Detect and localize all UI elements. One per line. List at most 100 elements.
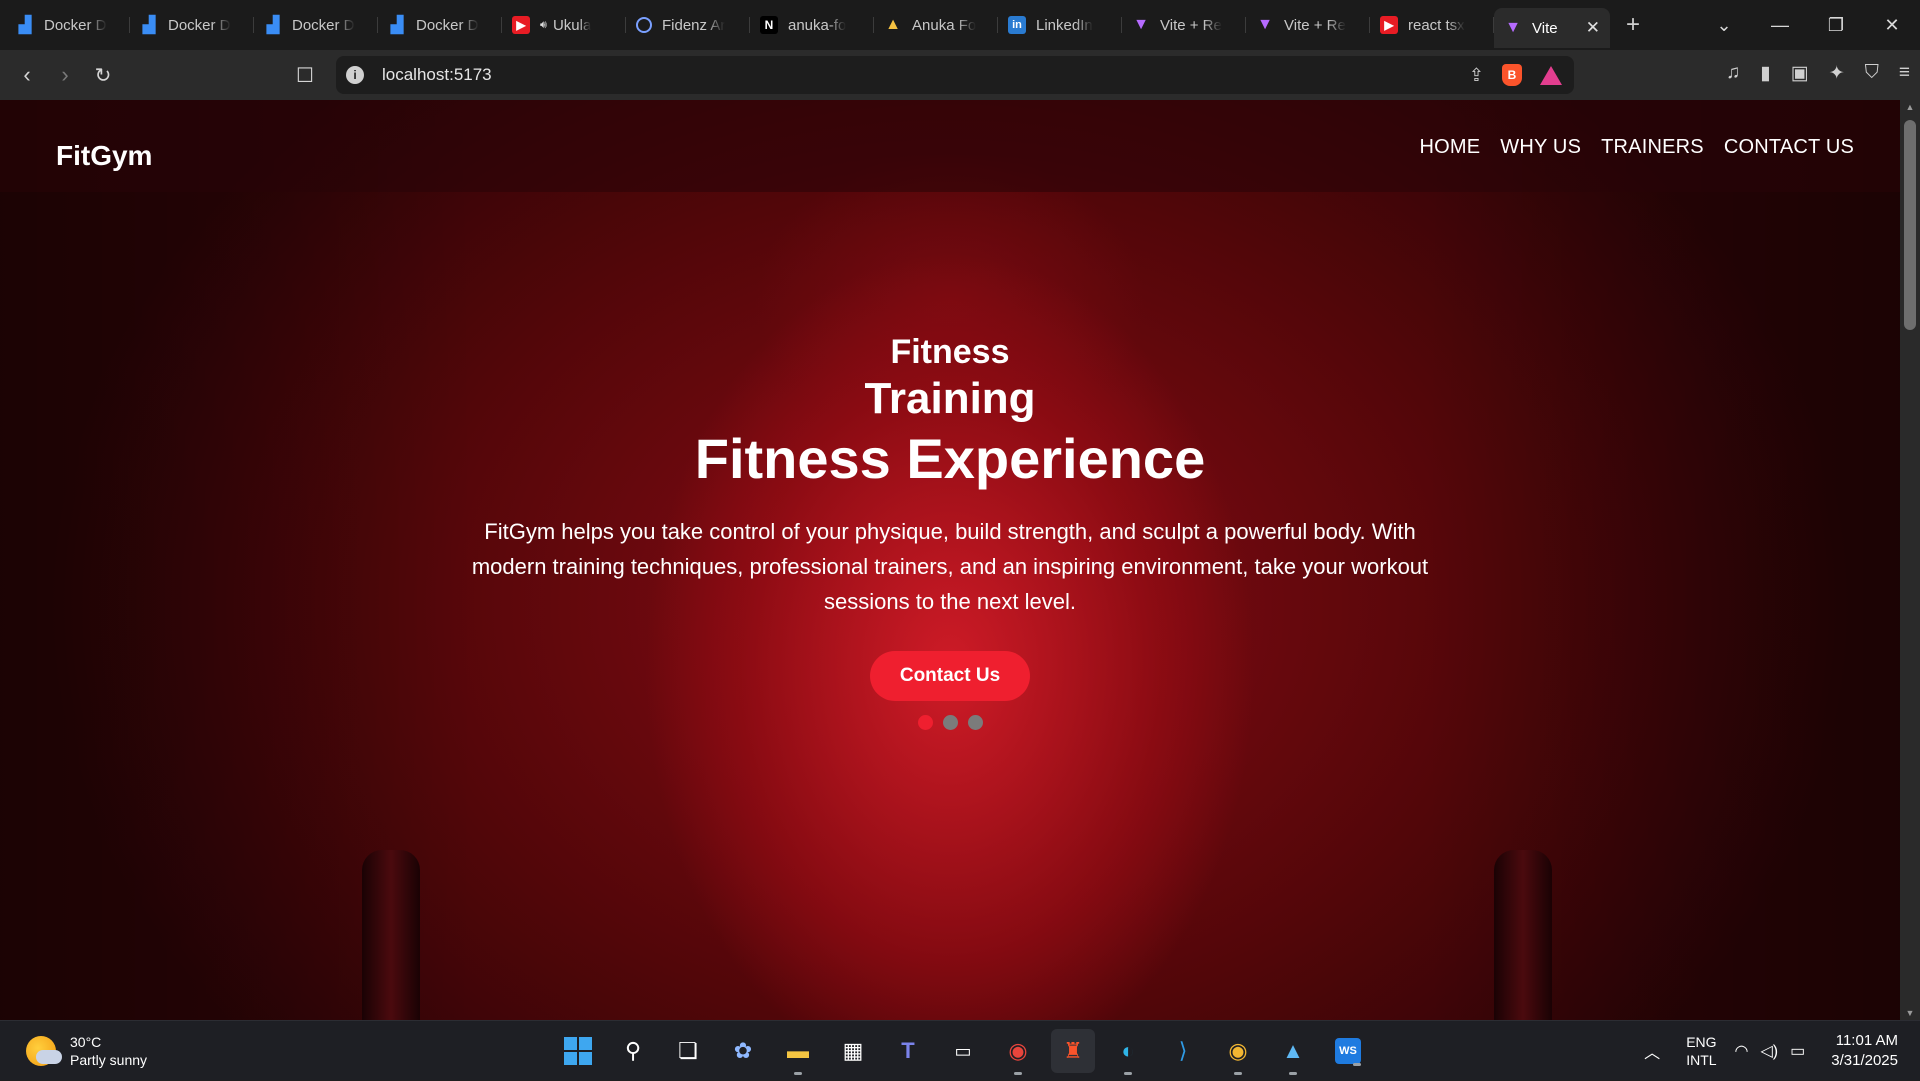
chrome-profile-icon[interactable]: ◉ <box>1216 1029 1260 1075</box>
docker-icon: ▟ <box>390 17 404 34</box>
sidebar-icon[interactable]: ▮ <box>1760 62 1770 85</box>
back-button[interactable]: ‹ <box>8 62 46 88</box>
browser-tab-title: Docker D <box>416 16 479 34</box>
share-icon[interactable]: ⇪ <box>1469 65 1484 86</box>
media-control-icon[interactable]: ♫ <box>1726 62 1740 85</box>
brave-browser-icon[interactable]: ♜ <box>1051 1029 1095 1073</box>
browser-tab[interactable]: Nanuka-fo <box>750 7 874 43</box>
barbell-plate-left <box>362 850 420 1020</box>
site-logo[interactable]: FitGym <box>56 140 152 172</box>
browser-tab[interactable]: ▟ Docker D <box>130 7 254 43</box>
tab-search-chevron-icon[interactable]: ⌄ <box>1696 15 1752 36</box>
browser-toolbar: ‹ › ↻ ☐ i localhost:5173 ⇪ B ♫ ▮ ▣ ✦ ⛉ ≡ <box>0 50 1920 100</box>
browser-tab[interactable]: ▼ Vite + Re <box>1122 7 1246 43</box>
browser-tab-title: Vite + Re <box>1160 16 1222 34</box>
hero-line-2: Training <box>864 374 1036 423</box>
file-explorer-icon[interactable]: ▬ <box>776 1029 820 1075</box>
browser-tab-title: Anuka Fo <box>912 16 977 34</box>
brave-shields-icon[interactable]: B <box>1502 64 1522 86</box>
vscode-icon[interactable]: ⟩ <box>1161 1029 1205 1073</box>
nav-home[interactable]: HOME <box>1419 136 1480 159</box>
audio-playing-icon[interactable]: 🔊︎ <box>540 19 547 32</box>
contact-us-button[interactable]: Contact Us <box>869 651 1031 701</box>
minimize-button[interactable]: — <box>1752 15 1808 36</box>
forward-button[interactable]: › <box>46 62 84 88</box>
scroll-down-arrow-icon[interactable]: ▼ <box>1900 1008 1920 1018</box>
browser-tab[interactable]: in LinkedIn <box>998 7 1122 43</box>
vpn-shield-icon[interactable]: ⛉ <box>1865 62 1879 85</box>
browser-tab[interactable]: ▶ 🔊︎ Ukula <box>502 7 626 43</box>
nextjs-icon: N <box>760 16 778 34</box>
tray-icons[interactable]: ◠ ◁) ▭ <box>1735 1041 1806 1061</box>
docker-icon: ▟ <box>266 17 280 34</box>
close-window-button[interactable]: ✕ <box>1864 15 1920 36</box>
browser-tab-active[interactable]: ▼ Vite ✕ <box>1494 8 1610 48</box>
terminal-icon[interactable]: ▭ <box>941 1029 985 1073</box>
browser-tab-title: Vite + Re <box>1284 16 1346 34</box>
browser-tab-title: Docker D <box>292 16 355 34</box>
active-tab-title: Vite <box>1532 19 1558 37</box>
site-navbar: FitGym HOME WHY US TRAINERS CONTACT US <box>0 100 1900 192</box>
browser-tab[interactable]: ▼ Vite + Re <box>1246 7 1370 43</box>
copilot-icon[interactable]: ✿ <box>721 1029 765 1073</box>
start-button[interactable] <box>556 1029 600 1073</box>
url-text[interactable]: localhost:5173 <box>382 65 492 85</box>
search-icon[interactable]: ⚲ <box>611 1029 655 1073</box>
weather-widget[interactable]: 30°C Partly sunny <box>26 1033 147 1069</box>
browser-tab[interactable]: ▶ react tsx <box>1370 7 1494 43</box>
input-language[interactable]: ENG INTL <box>1686 1033 1716 1069</box>
nav-contact-us[interactable]: CONTACT US <box>1724 136 1854 159</box>
scroll-up-arrow-icon[interactable]: ▲ <box>1900 102 1920 112</box>
browser-tab[interactable]: ▟ Docker D <box>6 7 130 43</box>
page-scrollbar[interactable]: ▲ ▼ <box>1900 100 1920 1020</box>
wallet-icon[interactable]: ▣ <box>1791 62 1809 85</box>
hero-section: Fitness Training Fitness Experience FitG… <box>0 330 1900 730</box>
new-tab-button[interactable]: + <box>1626 11 1640 39</box>
slider-dot-3[interactable] <box>967 715 983 730</box>
browser-tab[interactable]: ▲ Anuka Fo <box>874 7 998 43</box>
clock-date: 3/31/2025 <box>1831 1052 1898 1069</box>
task-view-icon[interactable]: ❏ <box>666 1029 710 1073</box>
edge-icon[interactable]: ◐ <box>1106 1029 1150 1075</box>
site-menu: HOME WHY US TRAINERS CONTACT US <box>1419 136 1854 159</box>
browser-tab-title: Fidenz Ar <box>662 16 726 34</box>
slider-dot-1[interactable] <box>917 715 933 730</box>
docker-icon: ▟ <box>18 17 32 34</box>
volume-icon[interactable]: ◁) <box>1761 1041 1779 1061</box>
browser-tab-title: react tsx <box>1408 16 1465 34</box>
browser-tab-strip: ▟ Docker D ▟ Docker D ▟ Docker D ▟ Docker D ▶ 🔊︎ U… <box>0 0 1920 50</box>
chrome-icon[interactable]: ◉ <box>996 1029 1040 1075</box>
tab-list: ▟ Docker D ▟ Docker D ▟ Docker D ▟ Docker D ▶ 🔊︎ U… <box>0 0 1610 50</box>
page-viewport: FitGym HOME WHY US TRAINERS CONTACT US F… <box>0 100 1900 1020</box>
browser-tab[interactable]: ▟ Docker D <box>378 7 502 43</box>
vite-icon: ▼ <box>1257 16 1273 33</box>
browser-tab[interactable]: ▟ Docker D <box>254 7 378 43</box>
address-bar[interactable]: i localhost:5173 ⇪ B <box>336 56 1574 94</box>
bookmark-icon[interactable]: ☐ <box>296 63 314 88</box>
hero-line-1: Fitness <box>890 333 1010 371</box>
fidenz-icon <box>636 17 652 33</box>
battery-icon[interactable]: ▭ <box>1790 1041 1805 1061</box>
webstorm-icon[interactable]: WS <box>1335 1038 1361 1066</box>
browser-tab[interactable]: Fidenz Ar <box>626 7 750 43</box>
slider-dot-2[interactable] <box>942 715 958 730</box>
reload-button[interactable]: ↻ <box>84 63 122 88</box>
nav-trainers[interactable]: TRAINERS <box>1601 136 1704 159</box>
menu-icon[interactable]: ≡ <box>1899 62 1910 85</box>
weather-condition: Partly sunny <box>70 1052 148 1068</box>
microsoft-store-icon[interactable]: ▦ <box>831 1029 875 1073</box>
teams-icon[interactable]: T <box>886 1029 930 1073</box>
brave-rewards-icon[interactable] <box>1540 65 1562 85</box>
scrollbar-thumb[interactable] <box>1904 120 1916 330</box>
language-code: ENG <box>1686 1034 1717 1050</box>
wifi-icon[interactable]: ◠ <box>1735 1041 1749 1061</box>
system-clock[interactable]: 11:01 AM 3/31/2025 <box>1831 1031 1898 1071</box>
show-hidden-icons-chevron-icon[interactable]: ︿ <box>1644 1039 1660 1063</box>
close-tab-icon[interactable]: ✕ <box>1586 18 1600 38</box>
nav-why-us[interactable]: WHY US <box>1500 136 1581 159</box>
site-info-icon[interactable]: i <box>346 66 364 84</box>
photos-icon[interactable]: ▲ <box>1271 1029 1315 1075</box>
leo-ai-icon[interactable]: ✦ <box>1829 62 1845 85</box>
restore-button[interactable]: ❐ <box>1808 15 1864 36</box>
window-controls: ⌄ — ❐ ✕ <box>1696 0 1920 50</box>
